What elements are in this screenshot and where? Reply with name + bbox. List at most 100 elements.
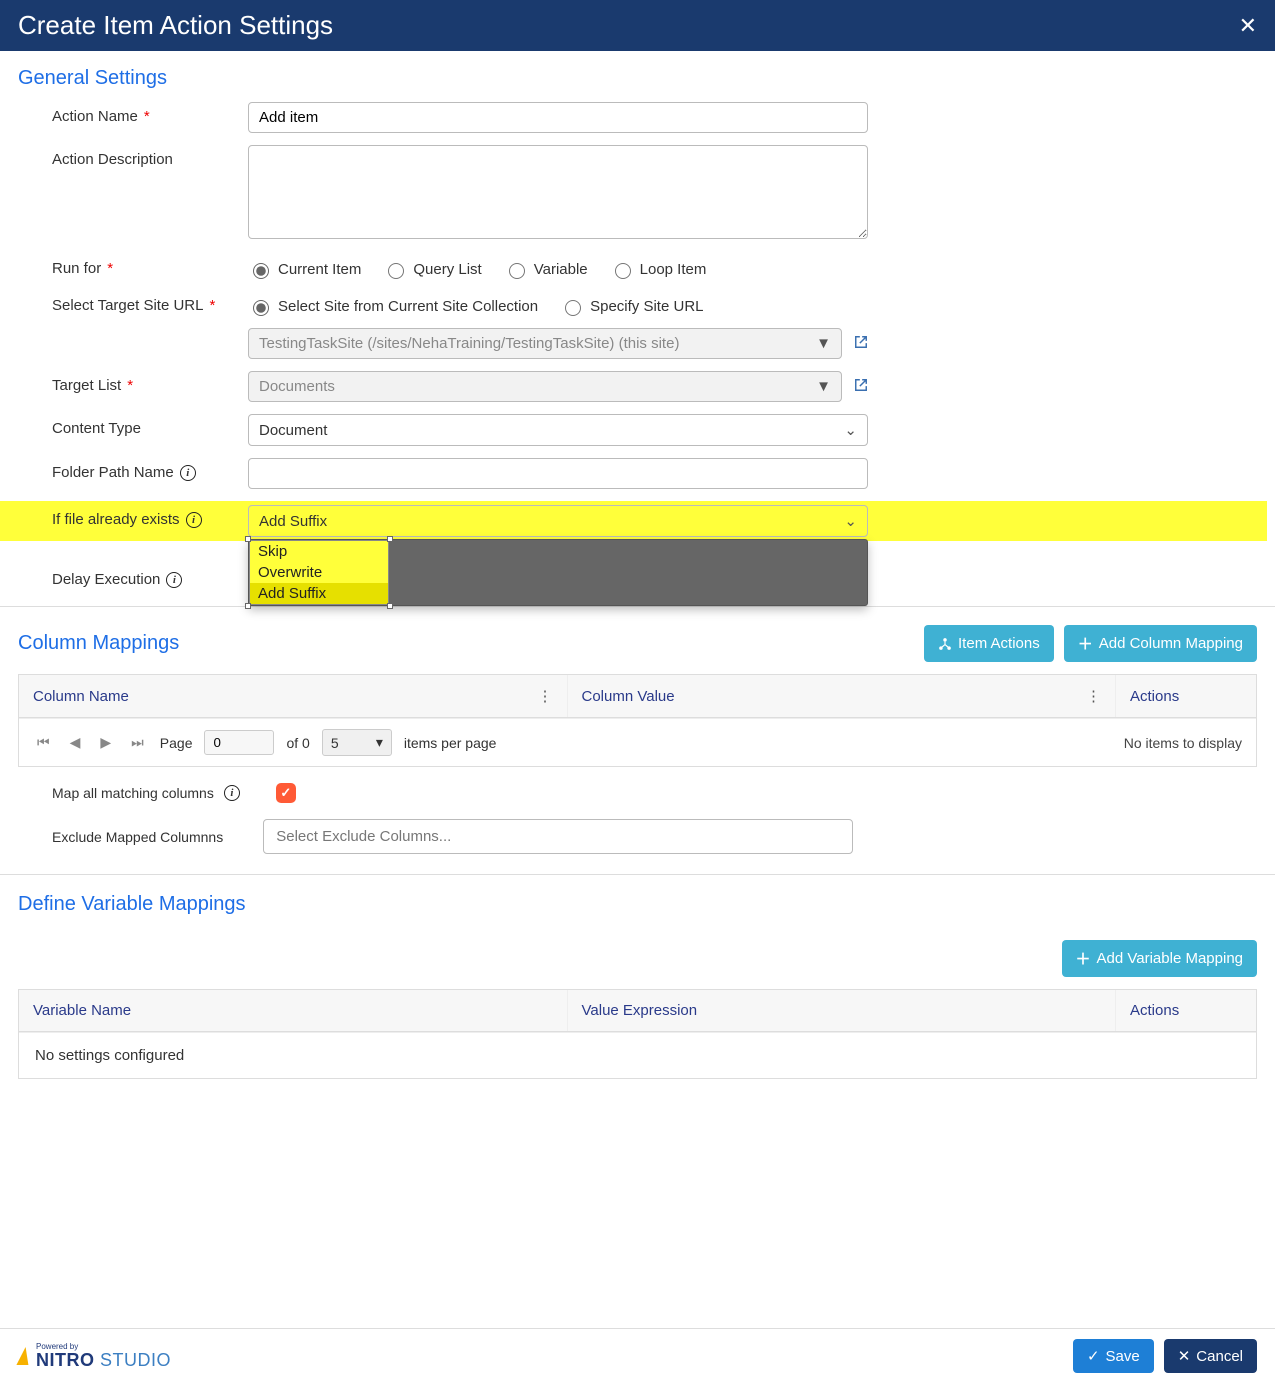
selection-handle	[387, 603, 393, 609]
label-exclude-mapped: Exclude Mapped Columnns	[52, 829, 223, 845]
column-mappings-grid: Column Name ⋮ Column Value ⋮ Actions ⏮ ◀…	[18, 674, 1257, 767]
pager-size-select[interactable]: 5 ▾	[322, 729, 392, 756]
file-exists-select[interactable]: Add Suffix ⌄	[248, 505, 868, 537]
label-content-type: Content Type	[18, 414, 248, 437]
pager-page-label: Page	[160, 735, 193, 751]
section-variable-mappings-title: Define Variable Mappings	[18, 893, 1257, 916]
label-target-list: Target List*	[18, 371, 248, 394]
chevron-down-icon: ▾	[376, 734, 383, 751]
grid-header-row: Column Name ⋮ Column Value ⋮ Actions	[19, 675, 1256, 718]
row-action-desc: Action Description	[18, 145, 1257, 242]
row-folder-path: Folder Path Name i	[18, 458, 1257, 489]
add-column-mapping-button[interactable]: ＋ Add Column Mapping	[1064, 625, 1257, 662]
col-header-value[interactable]: Column Value ⋮	[568, 675, 1117, 717]
pager-items-label: items per page	[404, 735, 497, 751]
var-header-expr[interactable]: Value Expression	[568, 990, 1117, 1031]
bolt-icon	[16, 1347, 31, 1365]
row-run-for: Run for* Current Item Query List Variabl…	[18, 254, 1257, 279]
row-action-name: Action Name*	[18, 102, 1257, 133]
close-icon: ✕	[1178, 1347, 1191, 1365]
divider	[0, 874, 1275, 875]
section-general-title: General Settings	[18, 67, 1257, 90]
divider	[0, 606, 1275, 607]
item-actions-button[interactable]: Item Actions	[924, 625, 1054, 662]
pager-of-label: of 0	[286, 735, 309, 751]
modal-header: Create Item Action Settings ✕	[0, 0, 1275, 51]
plus-icon: ＋	[1076, 948, 1091, 969]
kebab-icon[interactable]: ⋮	[1086, 687, 1101, 705]
chevron-down-icon: ▼	[816, 335, 831, 352]
label-file-exists: If file already exists i	[18, 505, 248, 528]
target-site-select[interactable]: TestingTaskSite (/sites/NehaTraining/Tes…	[248, 328, 842, 359]
row-target-site-url-mode: Select Target Site URL* Select Site from…	[18, 291, 1257, 316]
info-icon[interactable]: i	[166, 572, 182, 588]
action-desc-input[interactable]	[248, 145, 868, 239]
kebab-icon[interactable]: ⋮	[538, 687, 553, 705]
open-list-external-icon[interactable]	[854, 378, 868, 395]
pager-first-icon[interactable]: ⏮	[33, 734, 54, 751]
file-exists-option-skip[interactable]: Skip	[250, 541, 388, 562]
radio-query-list[interactable]: Query List	[383, 260, 481, 279]
check-icon: ✓	[1087, 1347, 1100, 1365]
chevron-down-icon: ⌄	[844, 512, 857, 530]
row-target-site-select: TestingTaskSite (/sites/NehaTraining/Tes…	[18, 328, 1257, 359]
target-list-select[interactable]: Documents ▼	[248, 371, 842, 402]
pager-prev-icon[interactable]: ◀	[66, 734, 85, 751]
info-icon[interactable]: i	[186, 512, 202, 528]
row-map-all: Map all matching columns i ✓	[52, 783, 1257, 803]
variable-mappings-empty: No settings configured	[19, 1032, 1256, 1078]
label-action-desc: Action Description	[18, 145, 248, 168]
modal-title: Create Item Action Settings	[18, 10, 333, 41]
label-folder-path: Folder Path Name i	[18, 458, 248, 481]
exclude-columns-select[interactable]: Select Exclude Columns...	[263, 819, 853, 854]
chevron-down-icon: ⌄	[844, 421, 857, 439]
col-header-actions: Actions	[1116, 675, 1256, 717]
row-file-exists: If file already exists i Add Suffix ⌄ Sk…	[0, 501, 1267, 541]
content-type-select[interactable]: Document ⌄	[248, 414, 868, 446]
col-header-name[interactable]: Column Name ⋮	[19, 675, 568, 717]
section-column-mappings-title: Column Mappings	[18, 632, 179, 655]
folder-path-input[interactable]	[248, 458, 868, 489]
chevron-down-icon: ▼	[816, 378, 831, 395]
var-header-actions: Actions	[1116, 990, 1256, 1031]
info-icon[interactable]: i	[180, 465, 196, 481]
modal-footer: Powered by NITRO STUDIO ✓ Save ✕ Cancel	[0, 1328, 1275, 1383]
row-content-type: Content Type Document ⌄	[18, 414, 1257, 446]
open-site-external-icon[interactable]	[854, 335, 868, 352]
close-icon[interactable]: ✕	[1239, 13, 1257, 39]
label-target-site-url: Select Target Site URL*	[18, 291, 248, 314]
column-mappings-header: Column Mappings Item Actions ＋ Add Colum…	[18, 625, 1257, 662]
plus-icon: ＋	[1078, 633, 1093, 654]
radio-current-item[interactable]: Current Item	[248, 260, 361, 279]
label-map-all: Map all matching columns	[52, 785, 214, 801]
selection-handle	[245, 536, 251, 542]
selection-handle	[387, 536, 393, 542]
radio-loop-item[interactable]: Loop Item	[610, 260, 707, 279]
map-all-checkbox[interactable]: ✓	[276, 783, 296, 803]
info-icon[interactable]: i	[224, 785, 240, 801]
variable-mappings-grid: Variable Name Value Expression Actions N…	[18, 989, 1257, 1079]
pager-no-items: No items to display	[1124, 735, 1242, 751]
required-marker: *	[144, 108, 150, 125]
label-delay-exec: Delay Execution i	[18, 565, 248, 588]
row-exclude-mapped: Exclude Mapped Columnns Select Exclude C…	[52, 819, 1257, 854]
file-exists-option-add-suffix[interactable]: Add Suffix	[250, 583, 388, 604]
save-button[interactable]: ✓ Save	[1073, 1339, 1154, 1373]
grid-pager: ⏮ ◀ ▶ ⏭ Page of 0 5 ▾ items per page No …	[19, 718, 1256, 766]
modal-content: General Settings Action Name* Action Des…	[0, 51, 1275, 1149]
pager-next-icon[interactable]: ▶	[96, 734, 115, 751]
var-header-name[interactable]: Variable Name	[19, 990, 568, 1031]
action-name-input[interactable]	[248, 102, 868, 133]
grid-header-row: Variable Name Value Expression Actions	[19, 990, 1256, 1032]
cancel-button[interactable]: ✕ Cancel	[1164, 1339, 1257, 1373]
radio-variable[interactable]: Variable	[504, 260, 588, 279]
radio-specify-site-url[interactable]: Specify Site URL	[560, 297, 703, 316]
file-exists-option-overwrite[interactable]: Overwrite	[250, 562, 388, 583]
selection-handle	[245, 603, 251, 609]
add-variable-mapping-button[interactable]: ＋ Add Variable Mapping	[1062, 940, 1258, 977]
pager-page-input[interactable]	[204, 730, 274, 755]
pager-last-icon[interactable]: ⏭	[127, 734, 148, 751]
radio-select-from-collection[interactable]: Select Site from Current Site Collection	[248, 297, 538, 316]
brand-logo: Powered by NITRO STUDIO	[18, 1343, 171, 1369]
label-run-for: Run for*	[18, 254, 248, 277]
